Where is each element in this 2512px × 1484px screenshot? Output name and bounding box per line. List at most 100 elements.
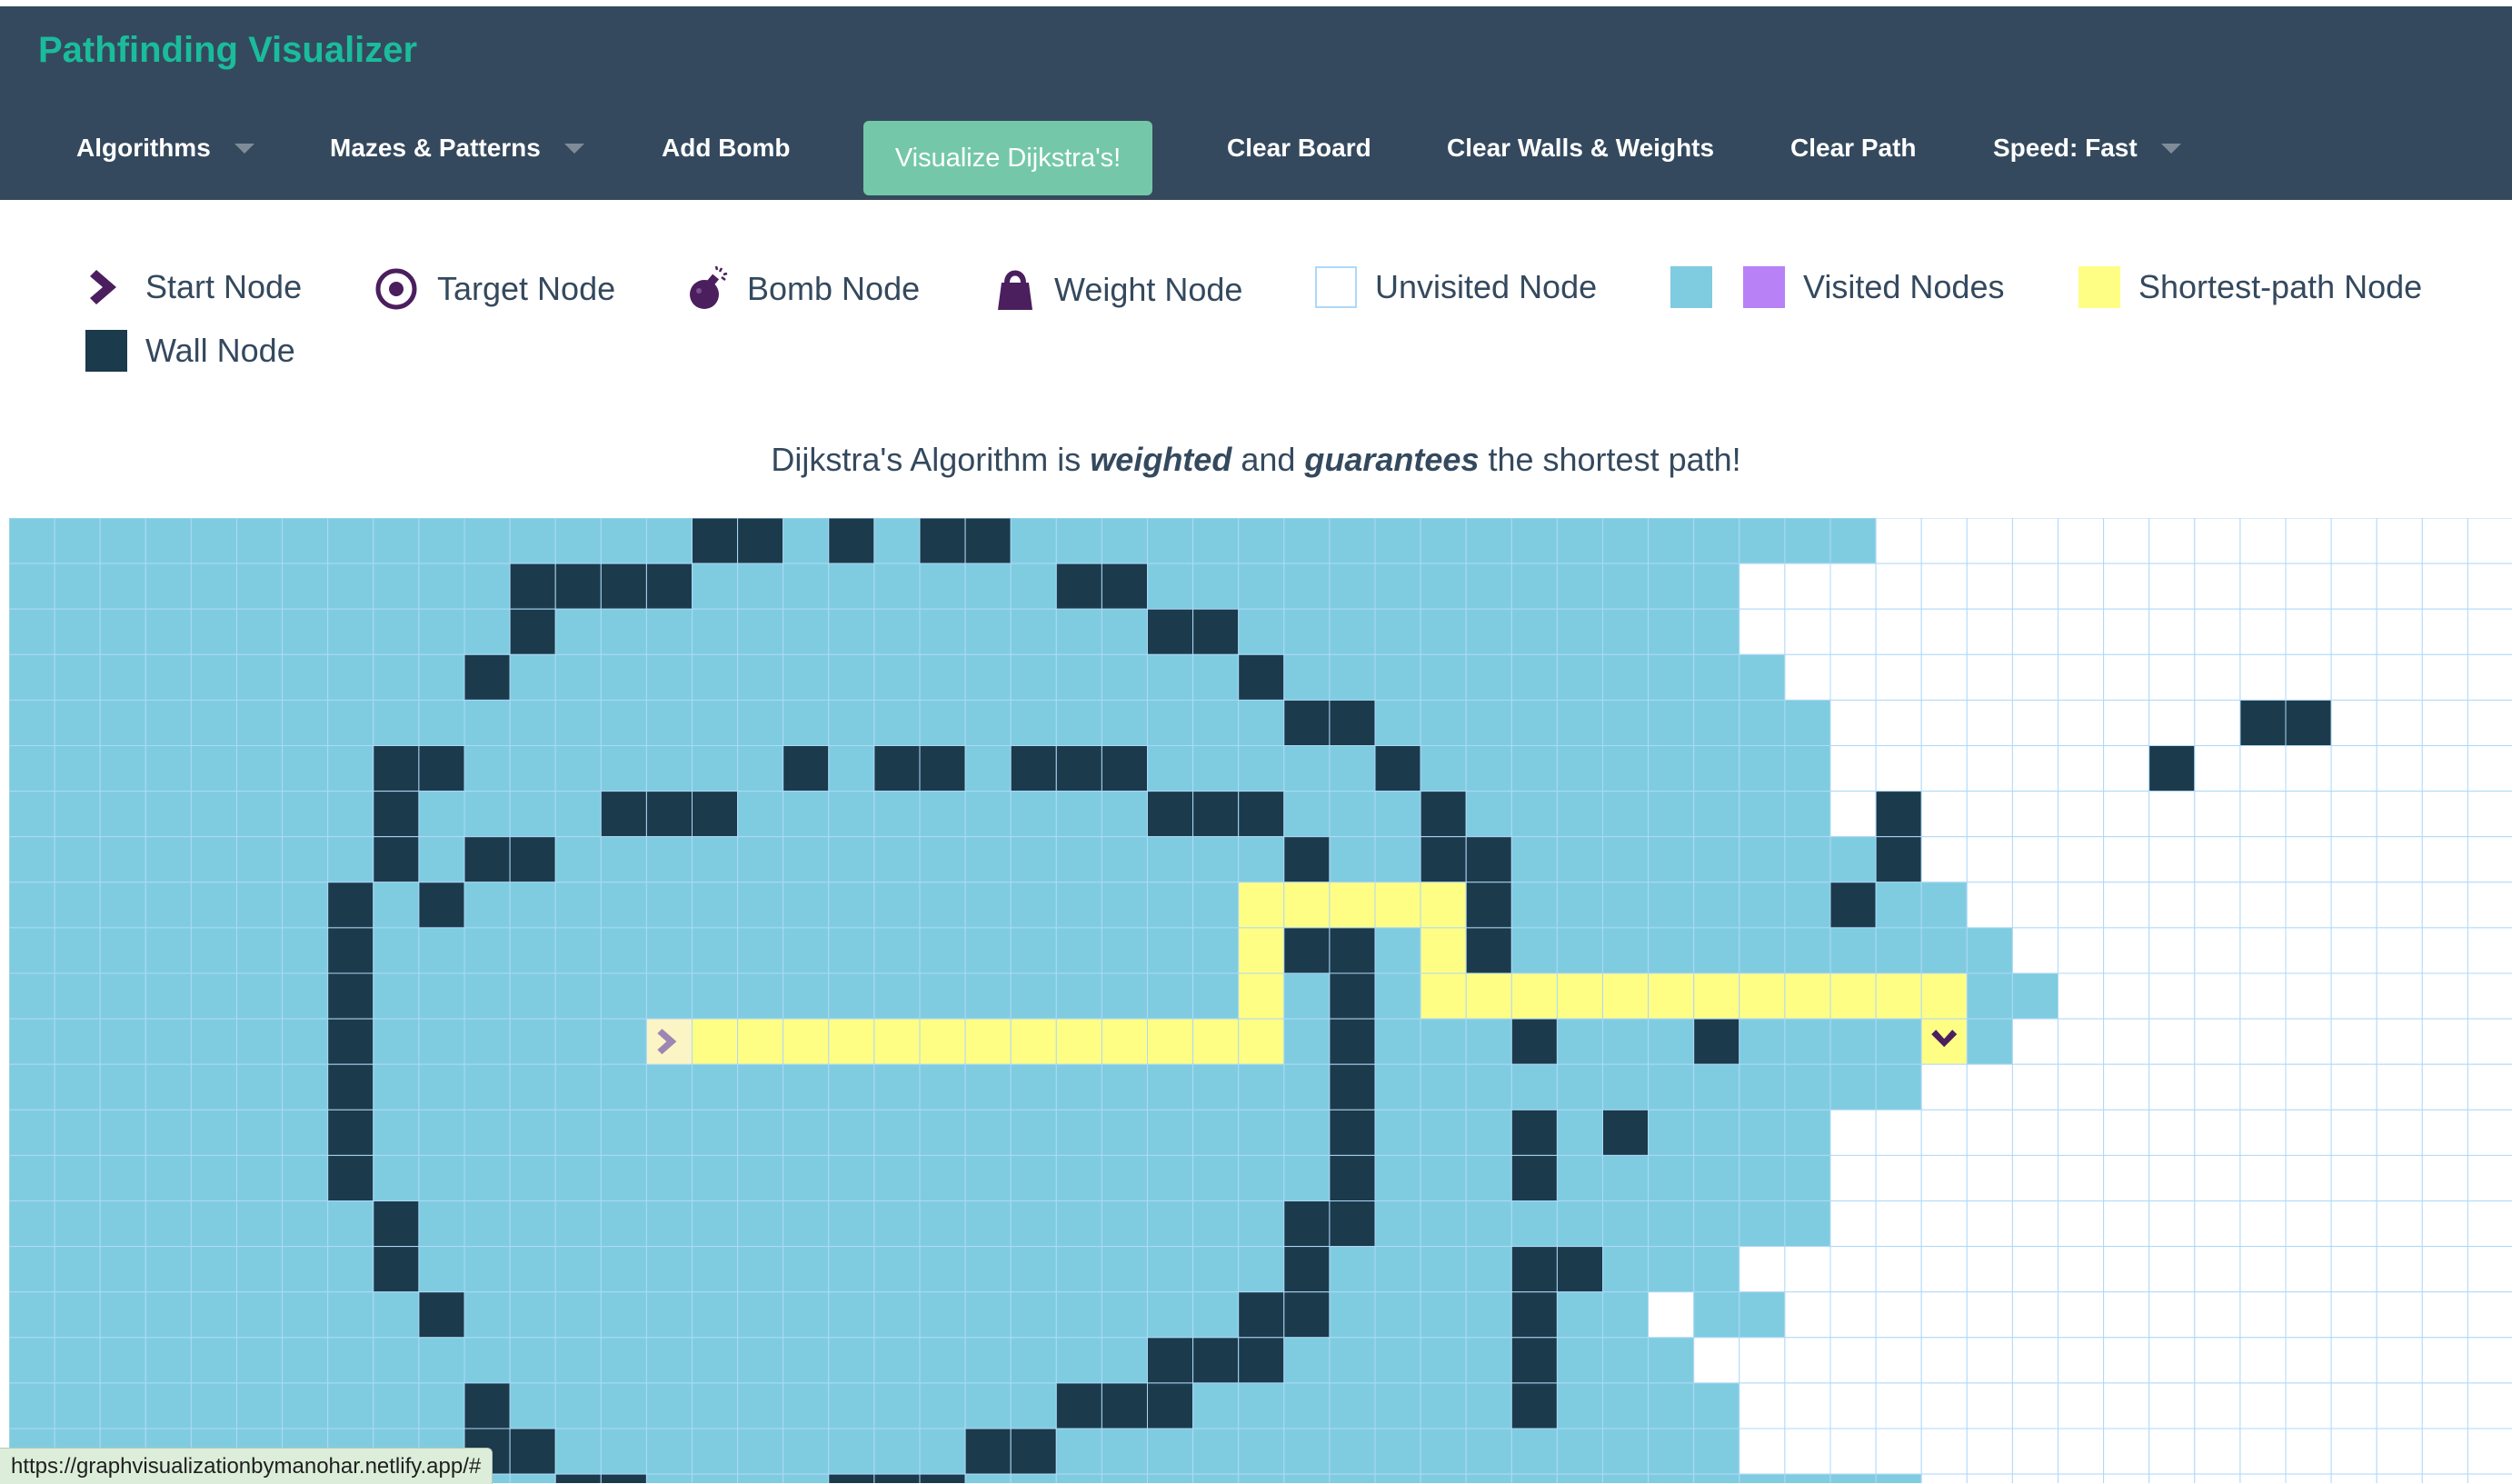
visited-node[interactable] [99,1154,146,1202]
visited-node[interactable] [600,699,647,746]
unvisited-node[interactable] [2011,1337,2058,1384]
unvisited-node[interactable] [2376,881,2423,929]
visited-node[interactable] [1510,1200,1558,1248]
visited-node[interactable] [509,653,556,701]
visited-node[interactable] [236,1291,284,1339]
unvisited-node[interactable] [1875,1382,1922,1429]
visited-node[interactable] [282,1063,329,1111]
visited-node[interactable] [1556,1200,1604,1248]
visited-node[interactable] [1648,563,1695,610]
visited-node[interactable] [1147,1154,1194,1202]
unvisited-node[interactable] [1920,1473,1968,1483]
visited-node[interactable] [1875,1473,1922,1483]
visited-node[interactable] [1875,1063,1922,1111]
unvisited-node[interactable] [1920,653,1968,701]
visited-node[interactable] [1192,1109,1240,1156]
visited-node[interactable] [1739,1154,1786,1202]
visited-node[interactable] [554,881,602,929]
visited-node[interactable] [1556,1063,1604,1111]
unvisited-node[interactable] [2421,1154,2468,1202]
visited-node[interactable] [99,1382,146,1429]
visited-node[interactable] [236,1246,284,1293]
unvisited-node[interactable] [2285,1291,2332,1339]
visited-node[interactable] [1329,1291,1376,1339]
visited-node[interactable] [327,1246,374,1293]
visited-node[interactable] [509,1337,556,1384]
visited-node[interactable] [236,1154,284,1202]
visited-node[interactable] [418,1109,465,1156]
visited-node[interactable] [190,972,237,1020]
visited-node[interactable] [1101,881,1149,929]
visited-node[interactable] [645,745,693,792]
visited-node[interactable] [783,836,830,883]
unvisited-node[interactable] [1829,1337,1877,1384]
visited-node[interactable] [919,881,966,929]
visited-node[interactable] [1510,653,1558,701]
visited-node[interactable] [1465,1291,1512,1339]
visited-node[interactable] [737,1063,784,1111]
visited-node[interactable] [1192,1154,1240,1202]
visited-node[interactable] [9,881,55,929]
unvisited-node[interactable] [2148,836,2196,883]
visited-node[interactable] [1238,836,1285,883]
visited-node[interactable] [1055,1246,1102,1293]
visited-node[interactable] [645,653,693,701]
unvisited-node[interactable] [2330,1382,2377,1429]
visited-node[interactable] [373,1382,420,1429]
visited-node[interactable] [1010,1473,1057,1483]
visited-node[interactable] [1693,1428,1740,1475]
visited-node[interactable] [327,1291,374,1339]
visited-node[interactable] [509,972,556,1020]
visited-node[interactable] [828,1291,875,1339]
wall-node[interactable] [1329,927,1376,974]
visited-node[interactable] [236,927,284,974]
visited-node[interactable] [145,791,192,838]
visited-node[interactable] [1875,927,1922,974]
visited-node[interactable] [1374,1018,1421,1065]
visited-node[interactable] [600,881,647,929]
unvisited-node[interactable] [2103,1109,2150,1156]
visited-node[interactable] [1192,745,1240,792]
visited-node[interactable] [1374,972,1421,1020]
visited-node[interactable] [1420,608,1467,655]
visited-node[interactable] [282,836,329,883]
visited-node[interactable] [464,927,511,974]
visited-node[interactable] [236,1109,284,1156]
visited-node[interactable] [1602,653,1650,701]
wall-node[interactable] [373,836,420,883]
unvisited-node[interactable] [2239,608,2287,655]
wall-node[interactable] [1055,563,1102,610]
visited-node[interactable] [645,881,693,929]
visited-node[interactable] [692,1473,739,1483]
visited-node[interactable] [1374,608,1421,655]
visited-node[interactable] [54,1200,101,1248]
unvisited-node[interactable] [2330,1200,2377,1248]
unvisited-node[interactable] [1966,1291,2013,1339]
unvisited-node[interactable] [1920,563,1968,610]
visited-node[interactable] [1147,1246,1194,1293]
visited-node[interactable] [1510,927,1558,974]
visited-node[interactable] [1739,1109,1786,1156]
visited-node[interactable] [1829,836,1877,883]
visited-node[interactable] [282,1337,329,1384]
visited-node[interactable] [1238,1200,1285,1248]
visited-node[interactable] [1192,927,1240,974]
visited-node[interactable] [1055,1200,1102,1248]
visited-node[interactable] [783,1246,830,1293]
visited-node[interactable] [509,699,556,746]
visited-node[interactable] [54,1291,101,1339]
wall-node[interactable] [1055,1382,1102,1429]
visited-node[interactable] [783,1200,830,1248]
unvisited-node[interactable] [2376,518,2423,564]
unvisited-node[interactable] [2285,1109,2332,1156]
visited-node[interactable] [1465,653,1512,701]
unvisited-node[interactable] [2239,1473,2287,1483]
unvisited-node[interactable] [2011,1018,2058,1065]
visited-node[interactable] [1829,518,1877,564]
visited-node[interactable] [1055,1291,1102,1339]
visited-node[interactable] [828,1109,875,1156]
visited-node[interactable] [1420,1337,1467,1384]
visited-node[interactable] [190,1246,237,1293]
wall-node[interactable] [1420,836,1467,883]
visited-node[interactable] [873,1337,921,1384]
